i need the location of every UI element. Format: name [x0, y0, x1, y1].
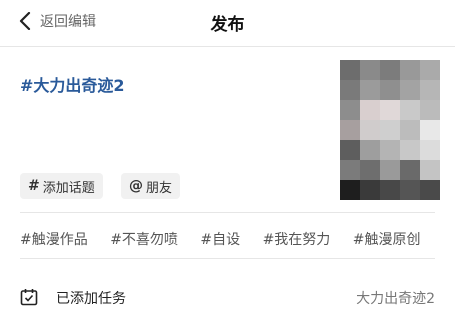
- mention-friend-button[interactable]: @ 朋友: [121, 173, 181, 199]
- add-topic-button[interactable]: # 添加话题: [20, 173, 103, 199]
- add-topic-label: 添加话题: [42, 180, 95, 196]
- task-row[interactable]: 已添加任务 大力出奇迹2: [0, 280, 455, 316]
- tags-divider: [20, 258, 435, 259]
- header-divider: [0, 46, 455, 47]
- calendar-check-icon: [20, 289, 38, 306]
- section-divider: [20, 212, 435, 213]
- header-bar: 返回编辑 发布: [0, 0, 455, 44]
- tag-suggestion[interactable]: #不喜勿喷: [110, 232, 178, 248]
- tag-suggestion[interactable]: #自设: [200, 232, 240, 248]
- image-thumbnail[interactable]: [340, 60, 440, 200]
- task-value: 大力出奇迹2: [356, 291, 435, 307]
- tag-suggestion[interactable]: #触漫作品: [20, 232, 88, 248]
- tag-suggestion[interactable]: #触漫原创: [353, 232, 421, 248]
- mention-friend-label: 朋友: [146, 180, 173, 196]
- at-icon: @: [129, 178, 143, 194]
- tag-suggestion[interactable]: #我在努力: [263, 232, 331, 248]
- post-text-input[interactable]: #大力出奇迹2: [20, 72, 125, 96]
- suggested-tags-row: #触漫作品 #不喜勿喷 #自设 #我在努力 #触漫原创: [20, 229, 438, 249]
- hash-icon: #: [28, 178, 40, 194]
- task-label: 已添加任务: [56, 291, 126, 307]
- page-title: 发布: [210, 15, 245, 35]
